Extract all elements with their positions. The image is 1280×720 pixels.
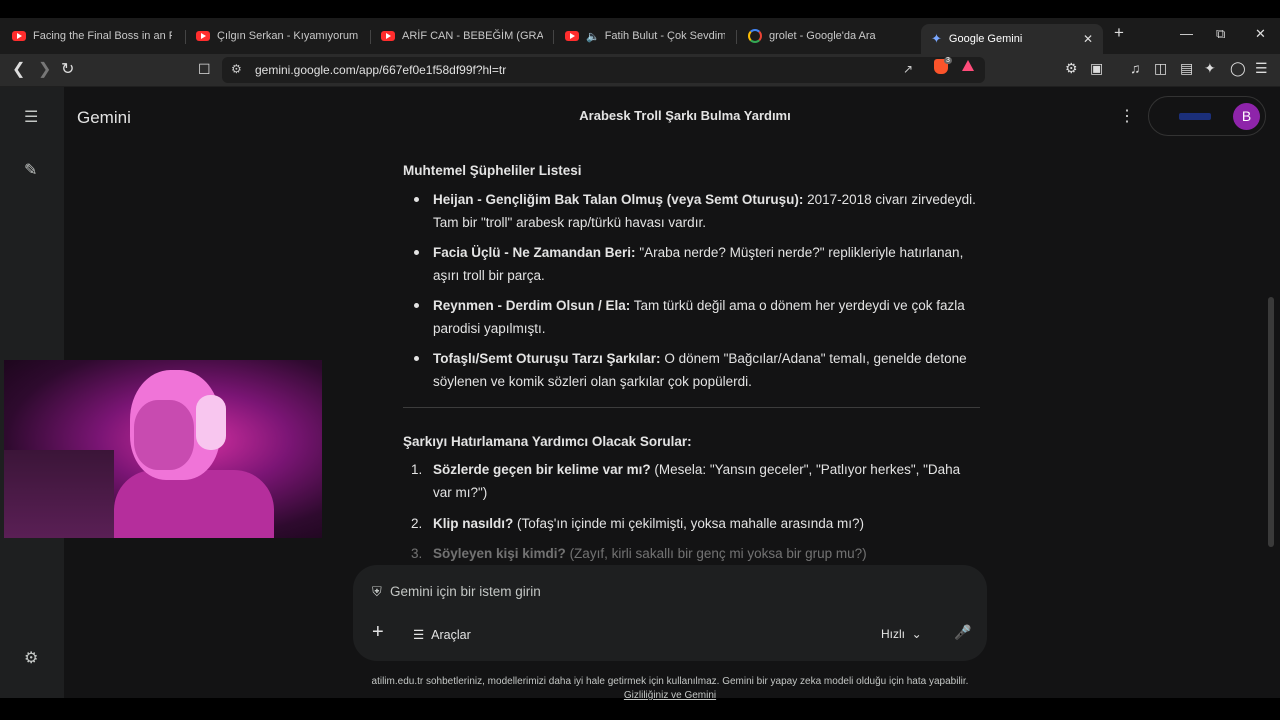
- menu-icon[interactable]: ☰: [1255, 60, 1268, 77]
- close-tab-icon[interactable]: ✕: [1083, 32, 1093, 46]
- tab-title: Google Gemini: [948, 33, 1023, 45]
- restore-icon[interactable]: ⧉: [1216, 26, 1225, 42]
- youtube-icon: [565, 31, 579, 41]
- item-number: 2.: [411, 516, 423, 531]
- leo-ai-icon[interactable]: ✦: [1204, 60, 1216, 77]
- google-icon: [748, 29, 762, 43]
- scrollbar[interactable]: [1268, 297, 1274, 547]
- sidebar-icon[interactable]: ◫: [1154, 60, 1167, 77]
- settings-icon[interactable]: ⚙: [24, 648, 38, 668]
- address-bar[interactable]: ⚙ gemini.google.com/app/667ef0e1f58df99f…: [222, 57, 985, 83]
- tab-title: ARİF CAN - BEBEĞİM (GRANİ) -: [402, 30, 543, 42]
- conversation-title: Arabesk Troll Şarkı Bulma Yardımı: [579, 108, 791, 123]
- tab-youtube-3[interactable]: ARİF CAN - BEBEĞİM (GRANİ) -: [381, 24, 543, 48]
- prompt-composer[interactable]: ⛨ Gemini için bir istem girin + ☰ Araçla…: [353, 565, 987, 661]
- tab-youtube-4[interactable]: 🔈 Fatih Bulut - Çok Sevdim Yal: [565, 24, 725, 48]
- new-chat-icon[interactable]: ✎: [24, 160, 37, 180]
- wallet-icon[interactable]: ▤: [1180, 60, 1193, 77]
- tab-youtube-1[interactable]: Facing the Final Boss in an RPG: [12, 24, 172, 48]
- disclaimer-text: atilim.edu.tr sohbetleriniz, modellerimi…: [371, 676, 969, 687]
- organization-logo: [1179, 113, 1211, 120]
- tab-title: grolet - Google'da Ara: [769, 30, 876, 42]
- tab-gemini-active[interactable]: ✦ Google Gemini ✕: [921, 24, 1103, 54]
- item-bold: Heijan - Gençliğim Bak Talan Olmuş (veya…: [433, 192, 804, 207]
- share-icon[interactable]: ↗: [903, 62, 913, 76]
- browser-window: Facing the Final Boss in an RPG Çılgın S…: [0, 18, 1280, 701]
- bullet: [414, 303, 419, 308]
- youtube-icon: [196, 31, 210, 41]
- divider: [403, 407, 980, 408]
- vpn-icon[interactable]: ◯: [1230, 60, 1246, 77]
- avatar[interactable]: B: [1233, 103, 1260, 130]
- more-options-icon[interactable]: ⋮: [1119, 106, 1135, 126]
- list-item: Heijan - Gençliğim Bak Talan Olmuş (veya…: [414, 188, 981, 234]
- tab-title: Fatih Bulut - Çok Sevdim Yal: [604, 30, 725, 42]
- streamer-body: [114, 470, 274, 538]
- section-heading-suspects: Muhtemel Şüpheliler Listesi: [403, 163, 582, 178]
- privacy-shield-icon: ⛨: [372, 584, 382, 599]
- gemini-icon: ✦: [931, 31, 942, 46]
- streamer-face: [134, 400, 194, 470]
- forward-icon[interactable]: ❯: [38, 59, 51, 79]
- url-text: gemini.google.com/app/667ef0e1f58df99f?h…: [255, 63, 507, 77]
- screenshot-icon[interactable]: ▣: [1090, 60, 1103, 77]
- list-item: Tofaşlı/Semt Oturuşu Tarzı Şarkılar: O d…: [414, 347, 981, 393]
- list-item: Reynmen - Derdim Olsun / Ela: Tam türkü …: [414, 294, 981, 340]
- background-shelf: [4, 450, 114, 538]
- site-settings-icon[interactable]: ⚙: [231, 62, 242, 76]
- webcam-overlay: [4, 360, 322, 538]
- privacy-link[interactable]: Gizliliğiniz ve Gemini: [340, 689, 1000, 703]
- brave-rewards-icon[interactable]: [962, 60, 974, 71]
- microphone-icon[interactable]: 🎤: [954, 624, 971, 641]
- item-text: (Tofaş'ın içinde mi çekilmişti, yoksa ma…: [513, 516, 864, 531]
- list-item: 3. Söyleyen kişi kimdi? (Zayıf, kirli sa…: [411, 542, 981, 565]
- new-tab-icon[interactable]: +: [1114, 23, 1124, 43]
- list-item: 1. Sözlerde geçen bir kelime var mı? (Me…: [411, 458, 981, 504]
- bookmark-icon[interactable]: ☐: [198, 61, 211, 78]
- bullet: [414, 250, 419, 255]
- bullet: [414, 197, 419, 202]
- item-bold: Sözlerde geçen bir kelime var mı?: [433, 462, 651, 477]
- address-toolbar: ❮ ❯ ↻ ☐ ⚙ gemini.google.com/app/667ef0e1…: [0, 54, 1280, 86]
- model-selector[interactable]: Hızlı ⌄: [881, 627, 922, 641]
- item-number: 3.: [411, 546, 423, 561]
- speaker-icon: 🔈: [586, 30, 600, 43]
- bullet: [414, 356, 419, 361]
- media-icon[interactable]: ♫: [1130, 60, 1141, 76]
- tab-youtube-2[interactable]: Çılgın Serkan - Kıyamıyorum San: [196, 24, 360, 48]
- list-item: 2. Klip nasıldı? (Tofaş'ın içinde mi çek…: [411, 512, 981, 535]
- tab-google-search[interactable]: grolet - Google'da Ara: [748, 24, 908, 48]
- item-bold: Tofaşlı/Semt Oturuşu Tarzı Şarkılar:: [433, 351, 661, 366]
- chevron-down-icon: ⌄: [911, 627, 922, 641]
- tab-title: Facing the Final Boss in an RPG: [33, 30, 172, 42]
- tab-bar: Facing the Final Boss in an RPG Çılgın S…: [0, 18, 1280, 54]
- model-label: Hızlı: [881, 627, 905, 641]
- youtube-icon: [381, 31, 395, 41]
- tools-icon: ☰: [413, 628, 425, 642]
- account-area[interactable]: B: [1148, 96, 1266, 136]
- headphones: [196, 395, 226, 450]
- tools-label: Araçlar: [431, 628, 471, 642]
- item-text: (Zayıf, kirli sakallı bir genç mi yoksa …: [565, 546, 867, 561]
- disclaimer: atilim.edu.tr sohbetleriniz, modellerimi…: [340, 675, 1000, 703]
- item-bold: Reynmen - Derdim Olsun / Ela:: [433, 298, 631, 313]
- item-bold: Söyleyen kişi kimdi?: [433, 546, 566, 561]
- reload-icon[interactable]: ↻: [61, 59, 74, 79]
- section-heading-questions: Şarkıyı Hatırlamana Yardımcı Olacak Soru…: [403, 434, 692, 449]
- tools-button[interactable]: ☰ Araçlar: [413, 627, 471, 642]
- item-number: 1.: [411, 462, 423, 477]
- add-attachment-icon[interactable]: +: [372, 621, 384, 644]
- extensions-icon[interactable]: ⚙: [1065, 60, 1078, 77]
- tab-title: Çılgın Serkan - Kıyamıyorum San: [217, 30, 360, 42]
- list-item: Facia Üçlü - Ne Zamandan Beri: "Araba ne…: [414, 241, 981, 287]
- minimize-icon[interactable]: —: [1180, 26, 1193, 41]
- item-bold: Facia Üçlü - Ne Zamandan Beri:: [433, 245, 636, 260]
- item-bold: Klip nasıldı?: [433, 516, 514, 531]
- youtube-icon: [12, 31, 26, 41]
- close-window-icon[interactable]: ✕: [1255, 26, 1266, 42]
- shields-count-badge: 3: [944, 57, 952, 64]
- back-icon[interactable]: ❮: [12, 59, 25, 79]
- prompt-input-placeholder[interactable]: Gemini için bir istem girin: [390, 584, 541, 599]
